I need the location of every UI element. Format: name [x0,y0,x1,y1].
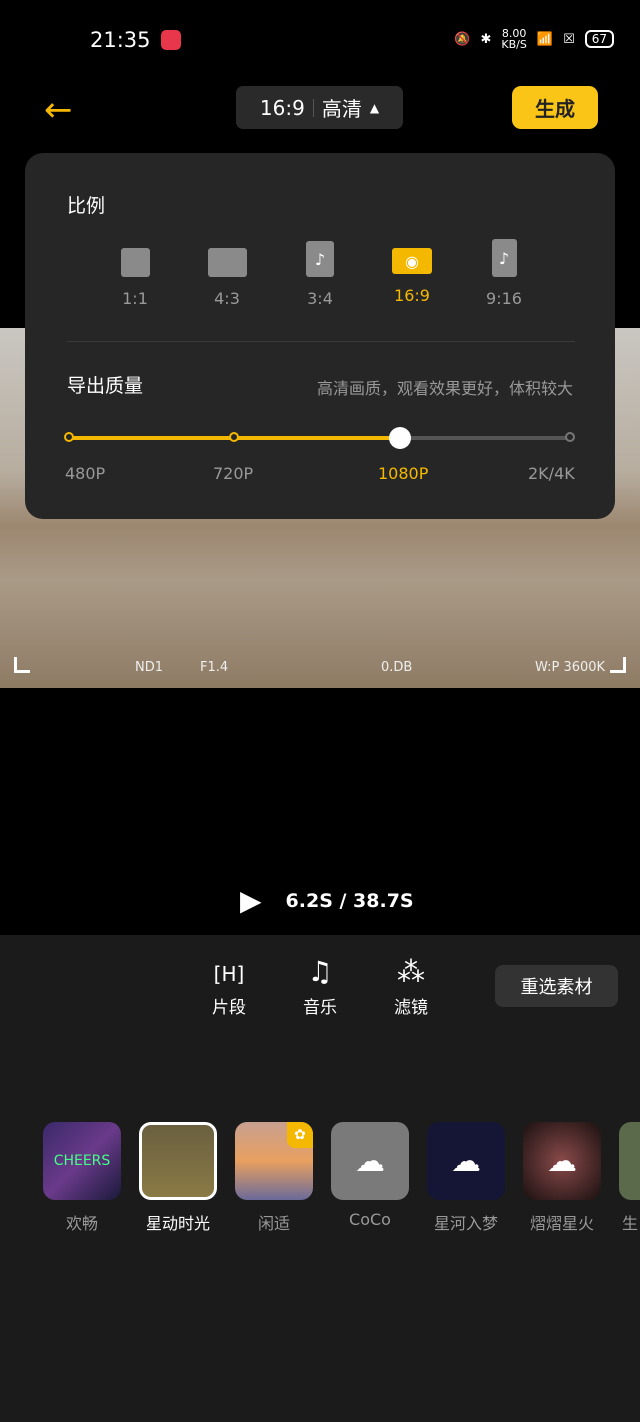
music-item[interactable]: ☁ CoCo [331,1122,409,1229]
slider-thumb[interactable] [389,427,411,449]
ratio-label: 9:16 [486,289,522,308]
slider-stop[interactable] [229,432,239,442]
overlay-nd: ND1 [135,660,164,675]
rect-icon [207,248,247,277]
ratio-quality-picker[interactable]: 16:9 高清 ▲ [236,86,403,129]
divider [67,341,575,342]
generate-button[interactable]: 生成 [512,86,598,129]
ratio-3-4[interactable]: ♪ 3:4 [290,241,350,308]
music-label: 熠熠星火 [529,1214,594,1233]
speed-unit: KB/S [501,38,527,51]
quality-2k4k[interactable]: 2K/4K [528,464,575,483]
sim-icon: ☒ [563,31,575,47]
download-cloud-icon[interactable]: ☁ [523,1122,601,1200]
music-label: CoCo [349,1210,391,1229]
picker-ratio: 16:9 [259,95,305,120]
download-cloud-icon[interactable]: ☁ [427,1122,505,1200]
tool-label: 滤镜 [394,998,428,1018]
ratio-label: 3:4 [307,289,333,308]
music-item[interactable]: 生 [619,1122,640,1234]
music-label: 闲适 [257,1214,290,1233]
screen-record-icon [161,30,181,50]
tool-filter[interactable]: ⁂ 滤镜 [381,955,441,1018]
wifi-icon: 📶 [536,31,554,47]
music-item[interactable]: ☁ 熠熠星火 [523,1122,601,1234]
music-item[interactable]: CHEERS 欢畅 [43,1122,121,1234]
tool-label: 片段 [212,998,246,1018]
divider [312,98,314,117]
filter-icon: ⁂ [397,955,425,988]
quality-480p[interactable]: 480P [65,464,105,483]
ratio-16-9[interactable]: ◉ 16:9 [382,248,442,305]
music-thumbnail: ✿ [235,1122,313,1200]
slider-stop[interactable] [64,432,74,442]
quality-title: 导出质量 [67,375,144,397]
music-item[interactable]: 星动时光 [139,1122,217,1234]
quality-1080p[interactable]: 1080P [378,464,428,483]
overlay-f: F1.4 [200,660,229,675]
tool-clips[interactable]: [H] 片段 [199,955,259,1018]
frame-corner [14,657,30,673]
quality-slider[interactable] [64,427,575,449]
weibo-icon: ◉ [392,248,432,274]
ratio-label: 1:1 [122,289,148,308]
ratio-1-1[interactable]: 1:1 [105,248,165,308]
music-label: 欢畅 [65,1214,98,1233]
square-icon [120,248,150,277]
music-label: 星动时光 [145,1214,210,1233]
clock: 21:35 [90,28,151,52]
ratio-9-16[interactable]: ♪ 9:16 [474,239,534,308]
frame-corner [610,657,626,673]
bluetooth-icon: ✱ [480,31,492,47]
quality-description: 高清画质，观看效果更好，体积较大 [316,379,573,398]
slider-stop[interactable] [565,432,575,442]
settings-panel: 比例 1:1 4:3 ♪ 3:4 ◉ 16:9 ♪ 9:16 导出质量 高清画质，观看… [25,153,615,519]
quality-720p[interactable]: 720P [213,464,253,483]
status-bar: 21:35 🔕 ✱ 8.00 KB/S 📶 ☒ 67 [0,0,640,80]
ratio-label: 16:9 [394,286,430,305]
playback-time: 6.2S / 38.7S [285,889,414,912]
battery: 67 [584,30,614,48]
music-thumbnail: CHEERS [43,1122,121,1200]
download-cloud-icon[interactable]: ☁ [331,1122,409,1200]
music-item[interactable]: ☁ 星河入梦 [427,1122,505,1234]
ratio-4-3[interactable]: 4:3 [197,248,257,308]
douyin-icon: ♪ [491,239,517,277]
picker-quality: 高清 [321,97,362,121]
overlay-wp: W:P 3600K [535,660,606,675]
tool-music[interactable]: ♫ 音乐 [290,955,350,1018]
ratio-title: 比例 [67,195,106,217]
douyin-icon: ♪ [306,241,334,277]
clip-icon: [H] [213,962,245,986]
reselect-media-button[interactable]: 重选素材 [495,965,618,1007]
back-arrow-icon[interactable]: ← [44,90,73,130]
music-item[interactable]: ✿ 闲适 [235,1122,313,1234]
caret-up-icon: ▲ [369,100,380,115]
tool-label: 音乐 [303,998,337,1018]
mute-icon: 🔕 [454,31,471,47]
ratio-label: 4:3 [214,289,240,308]
play-icon[interactable]: ▶ [240,884,262,917]
overlay-db: 0.DB [381,660,413,675]
vip-badge-icon: ✿ [287,1122,313,1148]
music-icon: ♫ [307,955,333,988]
music-label: 生 [622,1214,639,1233]
music-thumbnail [139,1122,217,1200]
music-thumbnail [619,1122,640,1200]
music-label: 星河入梦 [433,1214,498,1233]
